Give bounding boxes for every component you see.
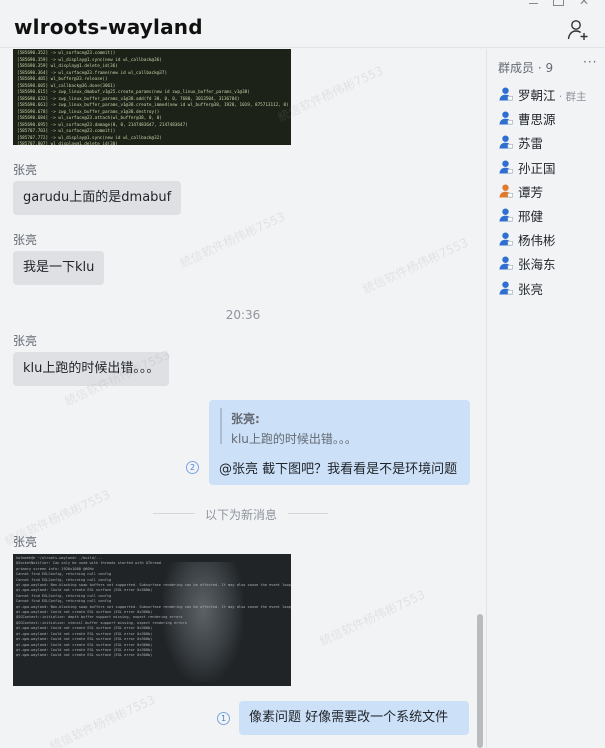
quoted-sender: 张亮:: [231, 412, 260, 426]
divider-line-right: [288, 513, 328, 514]
user-avatar-icon: [499, 111, 513, 125]
user-avatar-icon: [499, 87, 513, 101]
user-avatar-icon: [499, 256, 513, 270]
time-separator: 20:36: [225, 308, 261, 322]
user-avatar-icon: [499, 160, 513, 174]
watermark: 統信软件杨伟彬7553: [275, 63, 386, 125]
title-bar: wlroots-wayland ✕: [0, 0, 605, 48]
watermark: 統信软件杨伟彬7553: [317, 587, 428, 649]
user-avatar-icon: [499, 208, 513, 222]
member-name: 孙正国: [518, 160, 556, 176]
unread-count-badge[interactable]: 2: [186, 461, 199, 474]
member-name: 谭芳: [518, 184, 544, 200]
message-sender: 张亮: [13, 334, 38, 348]
new-messages-divider: 以下为新消息: [205, 508, 278, 522]
watermark: 統信软件杨伟彬7553: [177, 209, 288, 271]
terminal-log-text: [585690.352] -> wl_surface@23.commit() […: [17, 51, 289, 145]
terminal-log-text: kwlmeeh@k ~/wlroots-wayland> ./build/...…: [16, 556, 291, 658]
message-bubble[interactable]: garudu上面的是dmabuf: [13, 181, 182, 215]
member-name: 张亮: [518, 281, 544, 297]
member-name: 罗朝江 · 群主: [518, 88, 587, 103]
member-role: · 群主: [555, 91, 587, 103]
user-avatar-icon: [499, 184, 513, 198]
screenshot-image-error[interactable]: kwlmeeh@k ~/wlroots-wayland> ./build/...…: [13, 554, 291, 686]
maximize-icon[interactable]: [553, 0, 564, 6]
watermark: 統信软件杨伟彬7553: [47, 692, 158, 748]
member-count-title: 群成员 · 9: [498, 61, 554, 75]
chat-title: wlroots-wayland: [14, 15, 203, 39]
message-sender: 张亮: [13, 233, 38, 247]
scrollbar-thumb[interactable]: [477, 614, 483, 748]
message-bubble[interactable]: klu上跑的时候出错。。。: [13, 352, 170, 386]
screenshot-image-terminal[interactable]: [585690.352] -> wl_surface@23.commit() […: [13, 49, 291, 145]
my-message-bubble[interactable]: 像素问题 好像需要改一个系统文件: [239, 701, 469, 735]
more-options-icon[interactable]: ···: [583, 55, 597, 69]
minimize-icon[interactable]: [527, 0, 541, 8]
quoted-text[interactable]: klu上跑的时候出错。。。: [231, 430, 357, 447]
divider-line-left: [153, 513, 195, 514]
add-person-icon[interactable]: [566, 18, 590, 42]
member-name: 曹思源: [518, 112, 556, 128]
user-avatar-icon: [499, 135, 513, 149]
reply-message-bubble[interactable]: 张亮: klu上跑的时候出错。。。 @张亮 截下图吧？我看看是不是环境问题: [209, 400, 470, 485]
quote-bar: [220, 408, 222, 444]
message-bubble[interactable]: 我是一下klu: [13, 251, 105, 285]
member-name: 邢健: [518, 209, 544, 224]
unread-count-badge[interactable]: 1: [217, 712, 230, 725]
member-name: 苏雷: [518, 136, 544, 152]
close-icon[interactable]: ✕: [579, 0, 591, 8]
member-sidebar: 群成员 · 9 ··· 罗朝江 · 群主 曹思源苏雷孙正国谭芳邢健杨伟彬张海东张亮: [486, 49, 605, 748]
user-avatar-icon: [499, 232, 513, 246]
message-sender: 张亮: [13, 163, 38, 177]
message-sender: 张亮: [13, 535, 38, 549]
chat-message-area[interactable]: [585690.352] -> wl_surface@23.commit() […: [0, 49, 486, 748]
user-avatar-icon: [499, 281, 513, 295]
member-name: 张海东: [518, 257, 556, 273]
member-name: 杨伟彬: [518, 233, 556, 249]
reply-text: @张亮 截下图吧？我看看是不是环境问题: [219, 462, 458, 477]
watermark: 統信软件杨伟彬7553: [360, 235, 471, 297]
